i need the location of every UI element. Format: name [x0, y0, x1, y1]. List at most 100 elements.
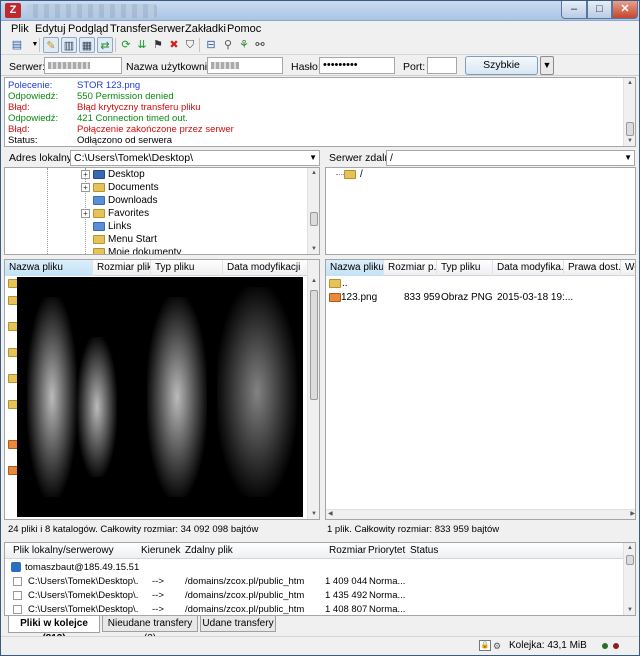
toggle-log-icon[interactable]: ✎: [43, 37, 59, 53]
table-row[interactable]: C:\Users\Tomek\Desktop\... --> /domains/…: [5, 603, 625, 615]
queue-scroll-thumb[interactable]: [626, 555, 634, 565]
toggle-queue-icon[interactable]: ⇄: [97, 37, 113, 53]
menu-plik[interactable]: Plik: [11, 23, 29, 35]
password-field[interactable]: •••••••••: [319, 57, 395, 74]
directory-comparison-icon[interactable]: ⚲: [220, 37, 236, 53]
column-owner[interactable]: Wł: [621, 260, 635, 276]
tree-item-moje-dokumenty[interactable]: Moje dokumenty: [5, 246, 305, 254]
table-row[interactable]: C:\Users\Tomek\Desktop\... --> /domains/…: [5, 589, 625, 602]
tab-queued-files[interactable]: Pliki w kolejce (813): [8, 616, 100, 644]
queue-col-priority[interactable]: Priorytet: [368, 543, 405, 559]
menu-zakladki[interactable]: Zakładki: [185, 23, 226, 35]
process-queue-icon[interactable]: ⇊: [134, 37, 150, 53]
queue-scrollbar[interactable]: ▲ ▼: [623, 543, 635, 615]
column-filetype[interactable]: Typ pliku: [437, 260, 493, 276]
remote-path-input[interactable]: / ▼: [386, 150, 635, 166]
queue-col-direction[interactable]: Kierunek: [141, 543, 180, 559]
scroll-up-arrow-icon[interactable]: ▲: [624, 543, 635, 553]
send-led-icon: [613, 643, 619, 649]
tree-item-menu-start[interactable]: Menu Start: [5, 233, 305, 246]
queue-col-size[interactable]: Rozmiar: [329, 543, 366, 559]
menu-pomoc[interactable]: Pomoc: [227, 23, 261, 35]
tree-item-downloads[interactable]: Downloads: [5, 194, 305, 207]
disconnect-icon[interactable]: ✖: [166, 37, 182, 53]
expand-icon[interactable]: +: [81, 170, 90, 179]
scroll-down-arrow-icon[interactable]: ▼: [308, 509, 319, 519]
tab-failed-transfers[interactable]: Nieudane transfery (3): [102, 616, 198, 644]
folder-icon: [93, 183, 105, 192]
server-field[interactable]: [44, 57, 122, 74]
expand-icon[interactable]: +: [81, 209, 90, 218]
username-field[interactable]: [207, 57, 283, 74]
reconnect-icon[interactable]: ⛉: [182, 37, 198, 53]
column-modified[interactable]: Data modyfikacji: [223, 260, 309, 276]
local-path-input[interactable]: C:\Users\Tomek\Desktop\ ▼: [70, 150, 320, 166]
expand-icon[interactable]: +: [81, 183, 90, 192]
list-item-file[interactable]: 123.png 833 959 Obraz PNG 2015-03-18 19:…: [326, 291, 626, 304]
tree-item-root[interactable]: /: [326, 168, 626, 181]
password-label: Hasło:: [291, 61, 321, 73]
scroll-right-arrow-icon[interactable]: ▶: [630, 510, 635, 519]
tree-item-favorites[interactable]: + Favorites: [5, 207, 305, 220]
remote-list-hscrollbar[interactable]: ◀ ▶: [326, 509, 635, 519]
queue-col-local[interactable]: Plik lokalny/serwerowy: [13, 543, 114, 559]
minimize-button[interactable]: –: [561, 1, 587, 19]
menu-podglad[interactable]: Podgląd: [68, 23, 108, 35]
table-row[interactable]: C:\Users\Tomek\Desktop\... --> /domains/…: [5, 575, 625, 588]
tree-item-links[interactable]: Links: [5, 220, 305, 233]
scroll-up-arrow-icon[interactable]: ▲: [308, 168, 319, 178]
quickconnect-bar: Serwer: Nazwa użytkownika: Hasło: ••••••…: [1, 56, 639, 88]
queue-col-status[interactable]: Status: [410, 543, 438, 559]
search-remote-files-icon[interactable]: ⚯: [252, 37, 268, 53]
speed-limit-icon[interactable]: ⚙: [493, 640, 501, 652]
chevron-down-icon[interactable]: ▼: [309, 151, 317, 165]
local-file-list-header: Nazwa pliku Rozmiar pliku Typ pliku Data…: [5, 260, 319, 276]
site-manager-dropdown-icon[interactable]: ▼: [27, 37, 43, 53]
quickconnect-history-dropdown[interactable]: ▼: [540, 56, 554, 75]
column-filetype[interactable]: Typ pliku: [151, 260, 223, 276]
local-list-scroll-thumb[interactable]: [310, 290, 318, 400]
image-file-icon: [329, 293, 341, 302]
tree-item-desktop[interactable]: + Desktop: [5, 168, 305, 181]
queue-server-row[interactable]: tomaszbaut@185.49.15.51: [5, 561, 625, 574]
log-scroll-thumb[interactable]: [626, 122, 634, 136]
local-tree-scroll-thumb[interactable]: [310, 212, 318, 226]
directory-listing-filters-icon[interactable]: ⊟: [203, 37, 219, 53]
close-button[interactable]: ✕: [612, 1, 638, 19]
menu-serwer[interactable]: Serwer: [150, 23, 185, 35]
local-tree-scrollbar[interactable]: ▲ ▼: [307, 168, 319, 254]
scroll-up-arrow-icon[interactable]: ▲: [624, 78, 635, 88]
quickconnect-button[interactable]: Szybkie łączenie: [465, 56, 538, 88]
column-filesize[interactable]: Rozmiar p...: [384, 260, 437, 276]
tree-item-documents[interactable]: + Documents: [5, 181, 305, 194]
toggle-remote-tree-icon[interactable]: ▦: [79, 37, 95, 53]
column-filesize[interactable]: Rozmiar pliku: [93, 260, 151, 276]
cancel-operation-icon[interactable]: ⚑: [150, 37, 166, 53]
scroll-left-arrow-icon[interactable]: ◀: [328, 510, 333, 519]
column-filename[interactable]: Nazwa pliku: [326, 260, 384, 276]
refresh-icon[interactable]: ⟳: [118, 37, 134, 53]
column-filename[interactable]: Nazwa pliku: [5, 260, 93, 276]
menu-transfer[interactable]: Transfer: [110, 23, 151, 35]
menu-edytuj[interactable]: Edytuj: [35, 23, 66, 35]
column-permissions[interactable]: Prawa dost...: [564, 260, 621, 276]
queue-col-remote[interactable]: Zdalny plik: [185, 543, 233, 559]
filezilla-window: Z – □ ✕ Plik Edytuj Podgląd Transfer Ser…: [0, 0, 640, 656]
column-modified[interactable]: Data modyfika...: [493, 260, 564, 276]
synchronized-browsing-icon[interactable]: ⚘: [236, 37, 252, 53]
log-scrollbar[interactable]: ▲ ▼: [623, 78, 635, 146]
scroll-up-arrow-icon[interactable]: ▲: [308, 276, 319, 286]
local-list-scrollbar[interactable]: ▲ ▼: [307, 260, 319, 519]
list-item-parent[interactable]: ..: [326, 277, 626, 290]
scroll-down-arrow-icon[interactable]: ▼: [624, 605, 635, 615]
chevron-down-icon[interactable]: ▼: [624, 151, 632, 165]
tab-successful-transfers[interactable]: Udane transfery: [200, 616, 276, 632]
local-status-text: 24 pliki i 8 katalogów. Całkowity rozmia…: [8, 524, 259, 535]
scroll-down-arrow-icon[interactable]: ▼: [624, 136, 635, 146]
toggle-local-tree-icon[interactable]: ▥: [61, 37, 77, 53]
site-manager-icon[interactable]: ▤: [9, 37, 25, 53]
encryption-lock-icon[interactable]: 🔒: [479, 640, 491, 651]
port-field[interactable]: [427, 57, 457, 74]
maximize-button[interactable]: □: [587, 1, 612, 19]
scroll-down-arrow-icon[interactable]: ▼: [308, 244, 319, 254]
